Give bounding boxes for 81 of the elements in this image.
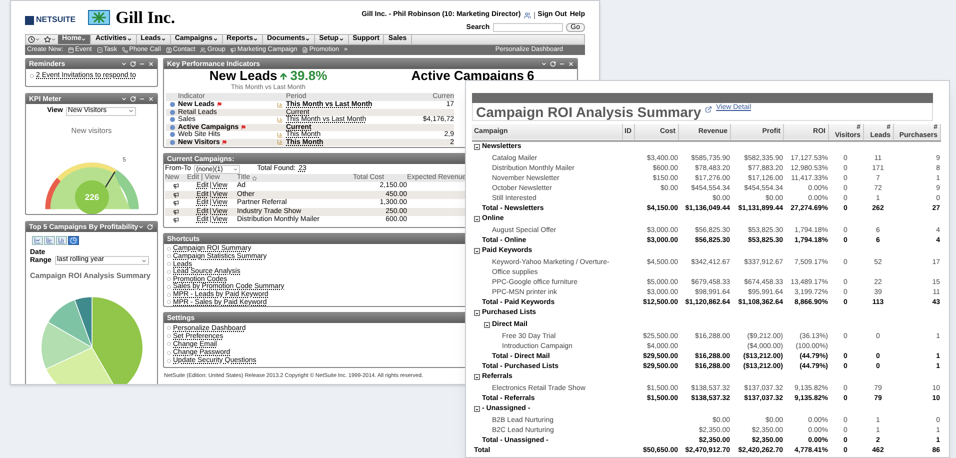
refresh-icon[interactable] xyxy=(147,224,154,230)
company-name: Gill Inc. xyxy=(116,9,176,26)
chart-icon[interactable] xyxy=(277,132,283,138)
chart-type-button[interactable] xyxy=(56,236,67,245)
kpi-headline: Active Campaigns xyxy=(411,69,524,83)
group-icon xyxy=(200,47,206,53)
bullet-icon xyxy=(167,254,171,258)
up-arrow-icon xyxy=(279,72,288,80)
chart-icon[interactable] xyxy=(277,139,283,146)
bullet-icon xyxy=(167,326,171,330)
minimize-icon[interactable] xyxy=(139,61,145,67)
gauge-value: 226 xyxy=(84,192,99,202)
caret-icon xyxy=(212,37,218,42)
dropdown-caret-icon[interactable] xyxy=(541,61,547,67)
bullet-icon xyxy=(167,270,171,274)
collapse-toggle-icon[interactable] xyxy=(474,216,480,222)
caret-icon xyxy=(160,37,166,42)
bullet-icon xyxy=(30,74,34,78)
bullet-icon xyxy=(167,246,171,251)
collapse-toggle-icon[interactable] xyxy=(474,310,480,316)
chart-type-button[interactable] xyxy=(32,236,43,245)
hbar-chart-icon xyxy=(46,237,53,244)
chart-type-button[interactable] xyxy=(44,236,55,245)
bullet-icon xyxy=(167,334,171,338)
flag-icon xyxy=(216,102,222,108)
pie-chart-icon xyxy=(70,237,77,244)
refresh-icon[interactable] xyxy=(550,61,556,67)
chart-icon[interactable] xyxy=(277,116,283,123)
clock-icon xyxy=(28,36,35,43)
chart-type-button[interactable] xyxy=(68,236,79,245)
collapse-toggle-icon[interactable] xyxy=(474,144,480,150)
collapse-toggle-icon[interactable] xyxy=(484,322,490,328)
caret-icon xyxy=(305,37,310,42)
close-icon[interactable] xyxy=(148,61,154,67)
caret-icon xyxy=(338,37,344,42)
bullet-icon xyxy=(167,342,171,346)
caret-icon xyxy=(253,37,258,42)
report-title: Campaign ROI Analysis Summary xyxy=(476,104,702,120)
flag-icon xyxy=(222,140,227,145)
refresh-icon[interactable] xyxy=(130,61,136,67)
recent-button[interactable] xyxy=(26,36,42,43)
dropdown-caret-icon xyxy=(141,258,147,264)
kpi-value: 6 xyxy=(526,69,534,83)
collapse-toggle-icon[interactable] xyxy=(474,406,480,412)
caret-icon xyxy=(81,37,86,42)
minimize-icon[interactable] xyxy=(559,61,565,67)
caret-icon xyxy=(35,37,40,42)
close-icon[interactable] xyxy=(148,96,154,102)
dropdown-caret-icon[interactable] xyxy=(138,224,144,230)
divider-bar xyxy=(534,12,535,19)
collapse-toggle-icon[interactable] xyxy=(474,374,480,380)
kpi-change: 39.8% xyxy=(290,69,328,83)
bullet-icon xyxy=(167,277,171,282)
bullet-icon xyxy=(167,292,171,297)
company-logo-icon xyxy=(88,10,110,25)
bullet-icon xyxy=(167,350,171,355)
line-chart-icon xyxy=(34,237,41,244)
close-icon[interactable] xyxy=(568,61,574,67)
star-icon xyxy=(44,36,51,43)
bullet-icon xyxy=(167,358,171,363)
dropdown-caret-icon xyxy=(233,166,238,172)
flag-icon xyxy=(240,124,246,130)
logo-icon xyxy=(25,16,34,24)
view-detail-icon[interactable] xyxy=(705,106,712,113)
kpi-headline: New Leads xyxy=(209,69,278,83)
bullet-icon xyxy=(167,262,171,266)
user-icon[interactable] xyxy=(524,12,531,19)
collapse-toggle-icon[interactable] xyxy=(474,248,480,254)
favorites-button[interactable] xyxy=(42,36,58,43)
bullet-icon xyxy=(167,300,171,304)
search-field[interactable] xyxy=(492,23,563,32)
caret-icon xyxy=(126,37,132,42)
dropdown-caret-icon[interactable] xyxy=(121,61,127,67)
chart-icon[interactable] xyxy=(277,102,283,108)
brand-logo: NETSUITE xyxy=(36,14,76,26)
bullet-icon xyxy=(167,284,171,289)
minimize-icon[interactable] xyxy=(139,96,145,102)
call-icon xyxy=(122,47,128,53)
refresh-icon[interactable] xyxy=(130,96,136,102)
bar-chart-icon xyxy=(58,237,65,244)
caret-icon xyxy=(51,37,56,42)
